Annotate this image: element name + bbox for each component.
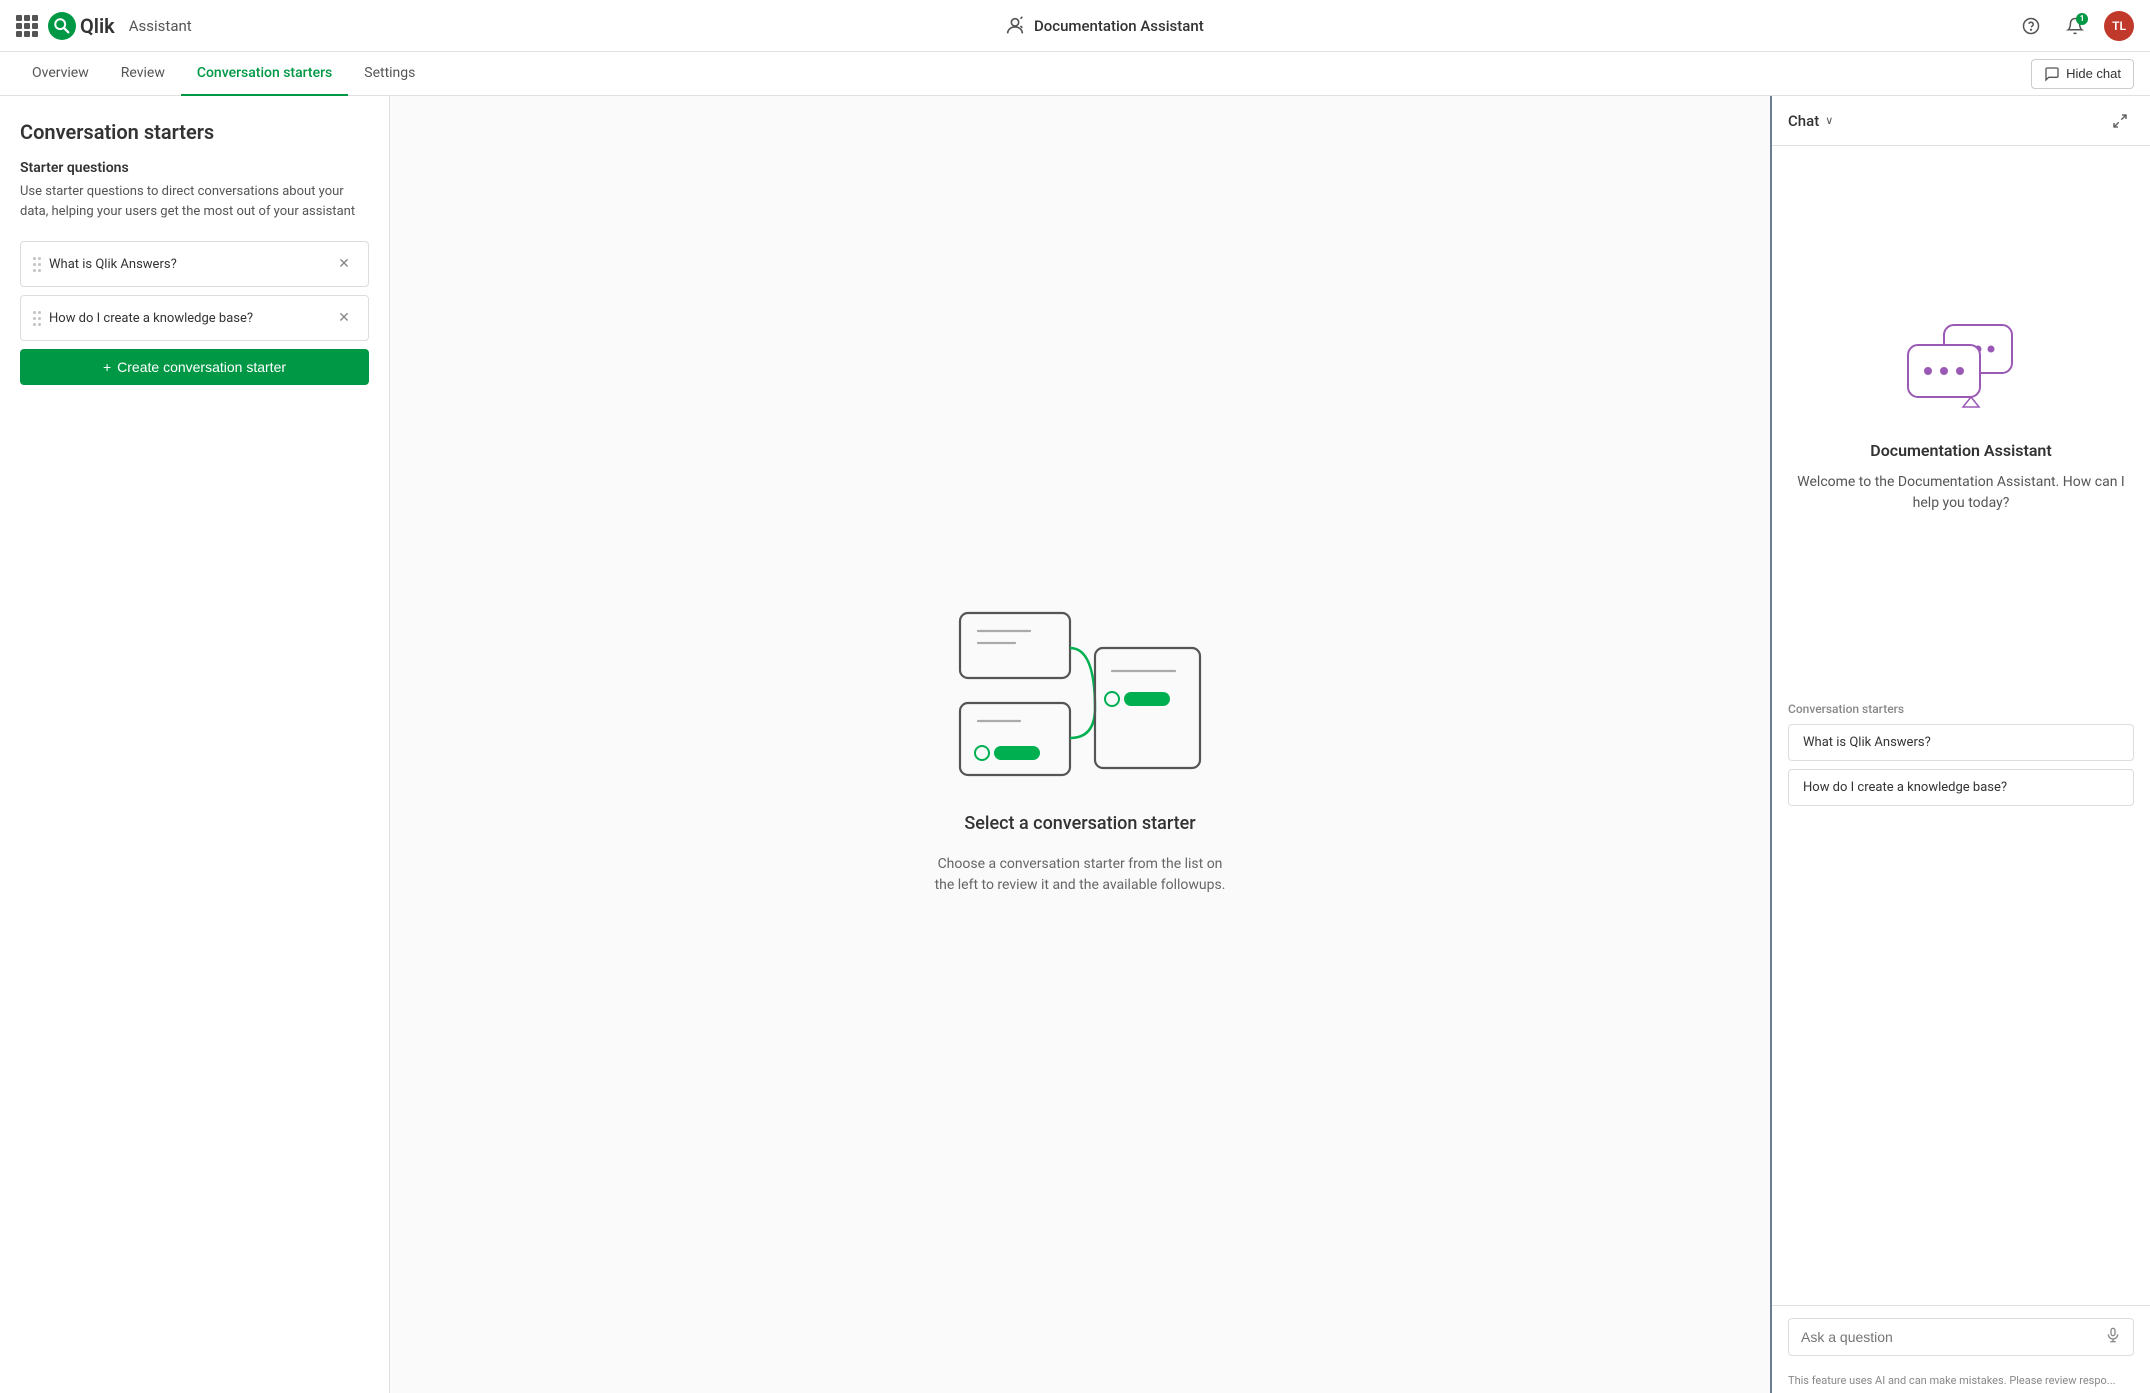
hide-chat-button[interactable]: Hide chat <box>2031 59 2134 89</box>
chat-starters-label: Conversation starters <box>1788 702 2134 716</box>
qlik-logo-text: Qlik <box>80 14 115 38</box>
chat-body: Documentation Assistant Welcome to the D… <box>1772 146 2150 686</box>
starter-text-2: How do I create a knowledge base? <box>49 311 324 326</box>
mic-icon[interactable] <box>2105 1327 2121 1347</box>
starter-item-2[interactable]: How do I create a knowledge base? ✕ <box>20 295 369 341</box>
center-description: Choose a conversation starter from the l… <box>930 854 1230 896</box>
drag-handle-2[interactable] <box>33 311 41 326</box>
chevron-down-icon: ∨ <box>1825 114 1833 127</box>
create-btn-label: Create conversation starter <box>117 359 286 375</box>
center-illustration <box>940 593 1220 793</box>
tab-overview[interactable]: Overview <box>16 52 105 96</box>
top-bar-left: Qlik Assistant <box>16 12 192 40</box>
chat-panel: Chat ∨ <box>1770 96 2150 1393</box>
chat-starter-pill-2[interactable]: How do I create a knowledge base? <box>1788 769 2134 806</box>
top-bar: Qlik Assistant Documentation Assistant 1 <box>0 0 2150 52</box>
chat-title-dropdown[interactable]: Chat ∨ <box>1788 112 1833 130</box>
starter-item-1[interactable]: What is Qlik Answers? ✕ <box>20 241 369 287</box>
chat-title: Chat <box>1788 112 1819 130</box>
sidebar-section-title: Starter questions <box>20 160 369 176</box>
app-title: Assistant <box>129 17 192 35</box>
top-bar-center: Documentation Assistant <box>204 15 2004 37</box>
assistant-name-label: Documentation Assistant <box>1034 17 1204 35</box>
chat-header: Chat ∨ <box>1772 96 2150 146</box>
chat-assistant-name: Documentation Assistant <box>1870 441 2051 460</box>
qlik-logo-circle <box>48 12 76 40</box>
sidebar-panel: Conversation starters Starter questions … <box>0 96 390 1393</box>
remove-starter-2-button[interactable]: ✕ <box>332 306 356 330</box>
chat-input[interactable] <box>1801 1329 2097 1345</box>
help-icon-button[interactable] <box>2016 11 2046 41</box>
chat-input-box <box>1788 1318 2134 1356</box>
center-content: Select a conversation starter Choose a c… <box>390 96 1770 1393</box>
starter-text-1: What is Qlik Answers? <box>49 257 324 272</box>
center-title: Select a conversation starter <box>964 813 1195 834</box>
sidebar-description: Use starter questions to direct conversa… <box>20 182 369 221</box>
apps-grid-icon[interactable] <box>16 15 38 37</box>
create-conversation-starter-button[interactable]: + Create conversation starter <box>20 349 369 385</box>
user-avatar[interactable]: TL <box>2104 11 2134 41</box>
chat-assistant-illustration <box>1896 317 2026 421</box>
chat-disclaimer: This feature uses AI and can make mistak… <box>1772 1368 2150 1393</box>
chat-starter-pill-1[interactable]: What is Qlik Answers? <box>1788 724 2134 761</box>
notification-badge: 1 <box>2076 13 2088 25</box>
create-btn-plus-icon: + <box>103 359 111 375</box>
tab-bar: Overview Review Conversation starters Se… <box>0 52 2150 96</box>
chat-input-area <box>1772 1305 2150 1368</box>
main-layout: Conversation starters Starter questions … <box>0 96 2150 1393</box>
tab-bar-right: Hide chat <box>2031 59 2134 89</box>
chat-starters-section: Conversation starters What is Qlik Answe… <box>1772 686 2150 814</box>
top-bar-right: 1 TL <box>2016 11 2134 41</box>
qlik-logo[interactable]: Qlik <box>48 12 115 40</box>
tab-settings[interactable]: Settings <box>348 52 431 96</box>
chat-icon <box>2044 66 2060 82</box>
sidebar-title: Conversation starters <box>20 120 369 144</box>
drag-handle-1[interactable] <box>33 257 41 272</box>
assistant-icon <box>1004 15 1026 37</box>
chat-welcome-message: Welcome to the Documentation Assistant. … <box>1796 472 2126 514</box>
remove-starter-1-button[interactable]: ✕ <box>332 252 356 276</box>
tab-review[interactable]: Review <box>105 52 181 96</box>
bell-icon-button[interactable]: 1 <box>2060 11 2090 41</box>
hide-chat-label: Hide chat <box>2066 66 2121 81</box>
expand-chat-button[interactable] <box>2106 107 2134 135</box>
tab-conversation-starters[interactable]: Conversation starters <box>181 52 348 96</box>
